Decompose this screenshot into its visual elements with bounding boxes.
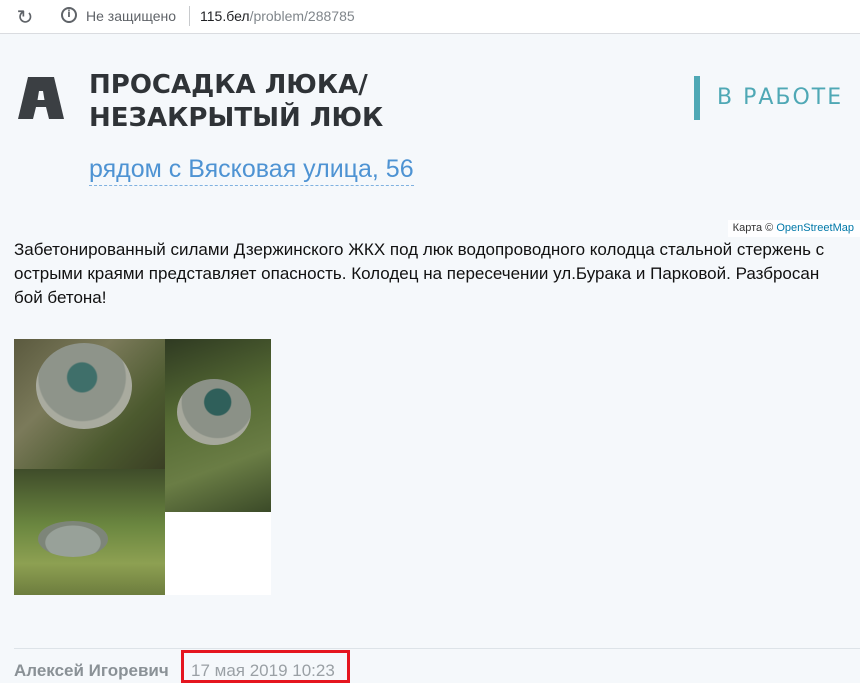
- reload-icon[interactable]: ↻: [14, 6, 36, 28]
- manhole-slab: [38, 521, 108, 557]
- url-separator: [189, 6, 190, 26]
- photo-tile-manhole-side: [14, 469, 165, 595]
- problem-title: ПРОСАДКА ЛЮКА/НЕЗАКРЫТЫЙ ЛЮК: [89, 70, 384, 133]
- problem-description: Забетонированный силами Дзержинского ЖКХ…: [14, 240, 825, 307]
- security-status-label[interactable]: Не защищено: [86, 7, 176, 25]
- url-domain: 115.бел: [200, 8, 250, 24]
- address-link[interactable]: рядом с Вясковая улица, 56: [89, 154, 414, 186]
- map-attribution: Карта © OpenStreetMap: [727, 220, 860, 237]
- manhole-slab: [36, 343, 132, 429]
- problem-photo[interactable]: [14, 339, 271, 595]
- openstreetmap-link[interactable]: OpenStreetMap: [776, 222, 854, 234]
- author-name[interactable]: Алексей Игоревич: [14, 660, 169, 682]
- map-attribution-prefix: Карта ©: [732, 222, 774, 234]
- url-field[interactable]: 115.бел/problem/288785: [200, 7, 355, 25]
- category-logo-icon: [18, 77, 64, 119]
- status-badge: В РАБОТЕ: [694, 76, 843, 120]
- photo-tile-manhole-top: [14, 339, 165, 469]
- browser-address-bar: ↻ i Не защищено 115.бел/problem/288785: [0, 0, 860, 34]
- photo-tile-empty: [165, 512, 271, 595]
- url-path: /problem/288785: [249, 8, 355, 24]
- manhole-slab: [177, 379, 251, 445]
- info-icon[interactable]: i: [61, 7, 77, 23]
- footer-divider: [14, 648, 860, 649]
- post-date: 17 мая 2019 10:23: [191, 661, 335, 680]
- photo-tile-manhole-grass: [165, 339, 271, 512]
